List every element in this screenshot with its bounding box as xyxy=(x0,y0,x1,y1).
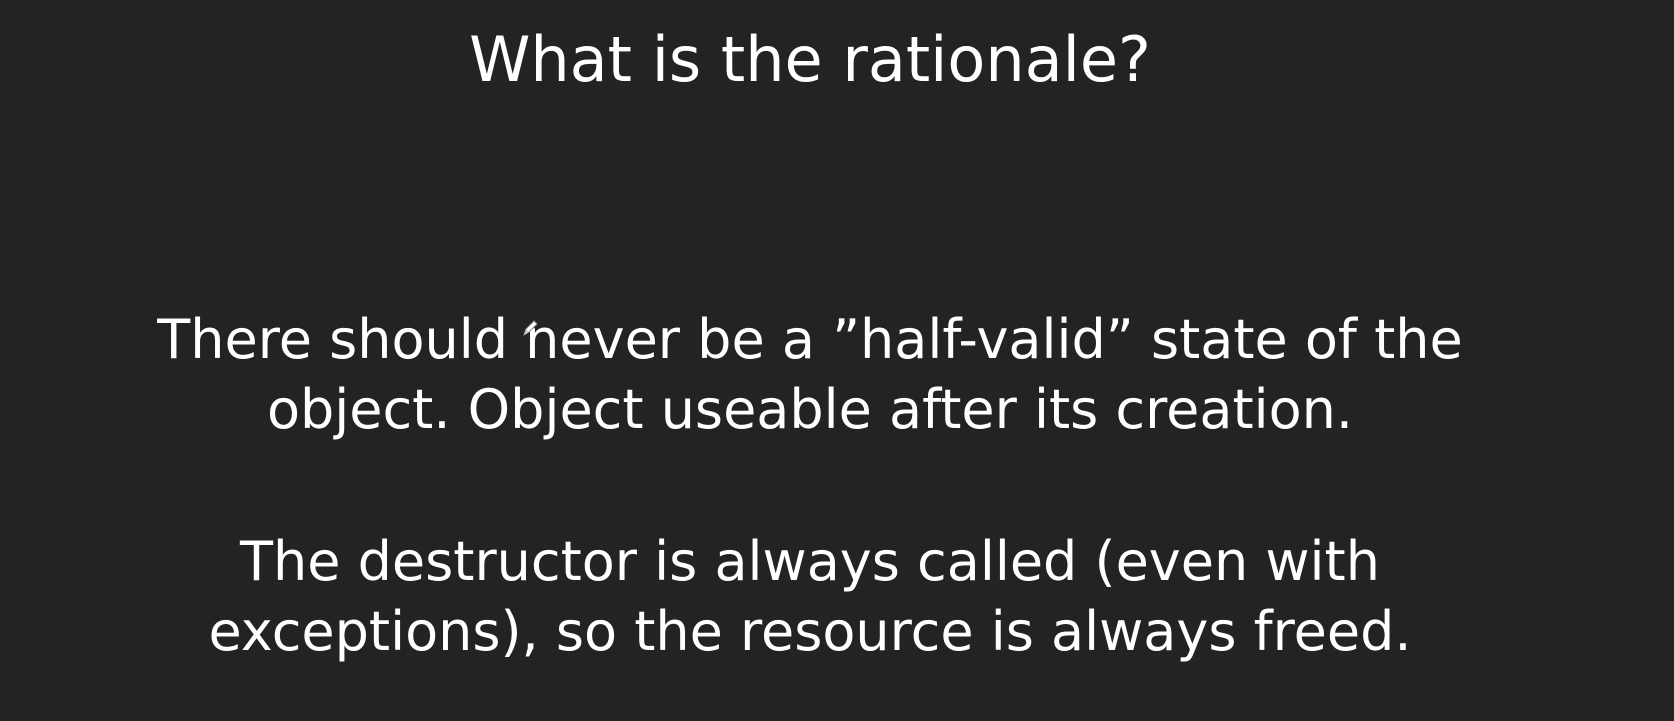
slide-paragraph-destructor: The destructor is always called (even wi… xyxy=(0,527,1620,667)
paragraph-line: The destructor is always called (even wi… xyxy=(240,530,1380,593)
slide-title: What is the rationale? xyxy=(469,23,1151,96)
presentation-slide: What is the rationale? There should neve… xyxy=(0,0,1674,721)
paragraph-line: There should never be a ”half-valid” sta… xyxy=(157,308,1463,371)
pen-cursor-icon xyxy=(523,320,538,337)
paragraph-line: object. Object useable after its creatio… xyxy=(266,378,1354,441)
paragraph-line: exceptions), so the resource is always f… xyxy=(208,600,1412,663)
slide-paragraph-rationale: There should never be a ”half-valid” sta… xyxy=(0,305,1620,445)
